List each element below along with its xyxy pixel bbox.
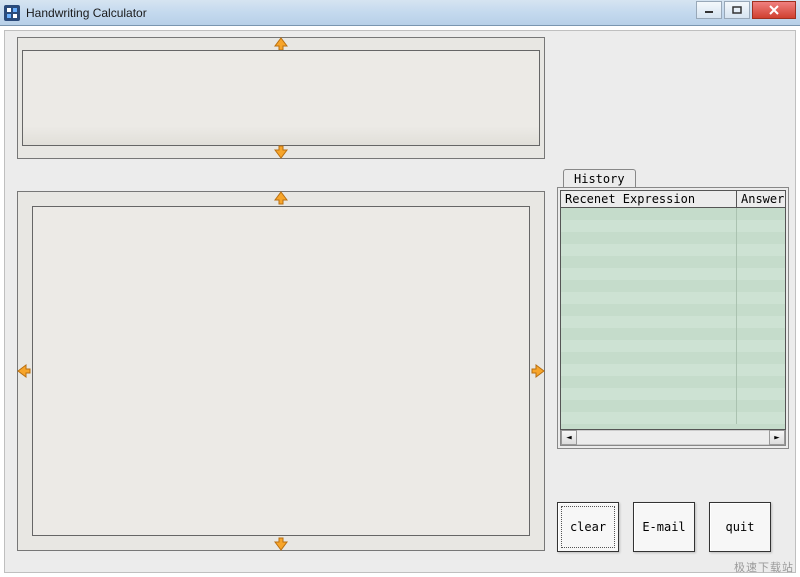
arrow-left-icon[interactable] <box>16 363 32 379</box>
maximize-button[interactable] <box>724 1 750 19</box>
handwriting-panel <box>17 191 545 551</box>
table-row[interactable] <box>561 232 785 244</box>
history-header: Recenet Expression Answer <box>560 190 786 208</box>
tabstrip: History <box>557 167 789 187</box>
table-row[interactable] <box>561 268 785 280</box>
history-body[interactable] <box>560 208 786 430</box>
table-row[interactable] <box>561 340 785 352</box>
table-row[interactable] <box>561 388 785 400</box>
watermark-text: 极速下载站 <box>734 559 794 575</box>
table-row[interactable] <box>561 244 785 256</box>
client-area: History Recenet Expression Answer <box>4 30 796 573</box>
table-row[interactable] <box>561 280 785 292</box>
table-row[interactable] <box>561 400 785 412</box>
titlebar: Handwriting Calculator <box>0 0 800 26</box>
window-controls <box>696 1 796 19</box>
minimize-button[interactable] <box>696 1 722 19</box>
handwriting-canvas[interactable] <box>32 206 530 536</box>
history-col-answer[interactable]: Answer <box>737 191 785 207</box>
table-row[interactable] <box>561 316 785 328</box>
table-row[interactable] <box>561 292 785 304</box>
table-row[interactable] <box>561 256 785 268</box>
table-row[interactable] <box>561 376 785 388</box>
history-box: Recenet Expression Answer <box>557 187 789 449</box>
email-button[interactable]: E-mail <box>633 502 695 552</box>
scroll-right-button[interactable]: ► <box>769 430 785 445</box>
table-row[interactable] <box>561 352 785 364</box>
arrow-right-icon[interactable] <box>530 363 546 379</box>
table-row[interactable] <box>561 220 785 232</box>
clear-button[interactable]: clear <box>557 502 619 552</box>
history-section: History Recenet Expression Answer <box>557 167 789 449</box>
table-row[interactable] <box>561 304 785 316</box>
history-scrollbar[interactable]: ◄ ► <box>560 430 786 446</box>
window-title: Handwriting Calculator <box>26 6 147 20</box>
history-col-expression[interactable]: Recenet Expression <box>561 191 737 207</box>
table-row[interactable] <box>561 208 785 220</box>
tab-history[interactable]: History <box>563 169 636 187</box>
app-icon <box>4 5 20 21</box>
expression-display-panel <box>17 37 545 159</box>
table-row[interactable] <box>561 364 785 376</box>
quit-button[interactable]: quit <box>709 502 771 552</box>
arrow-up-icon[interactable] <box>273 190 289 206</box>
expression-display <box>22 50 540 146</box>
table-row[interactable] <box>561 328 785 340</box>
scroll-track[interactable] <box>577 430 769 445</box>
scroll-left-button[interactable]: ◄ <box>561 430 577 445</box>
action-buttons: clear E-mail quit <box>557 502 789 552</box>
table-row[interactable] <box>561 412 785 424</box>
arrow-down-icon[interactable] <box>273 536 289 552</box>
close-button[interactable] <box>752 1 796 19</box>
arrow-down-icon[interactable] <box>273 144 289 160</box>
